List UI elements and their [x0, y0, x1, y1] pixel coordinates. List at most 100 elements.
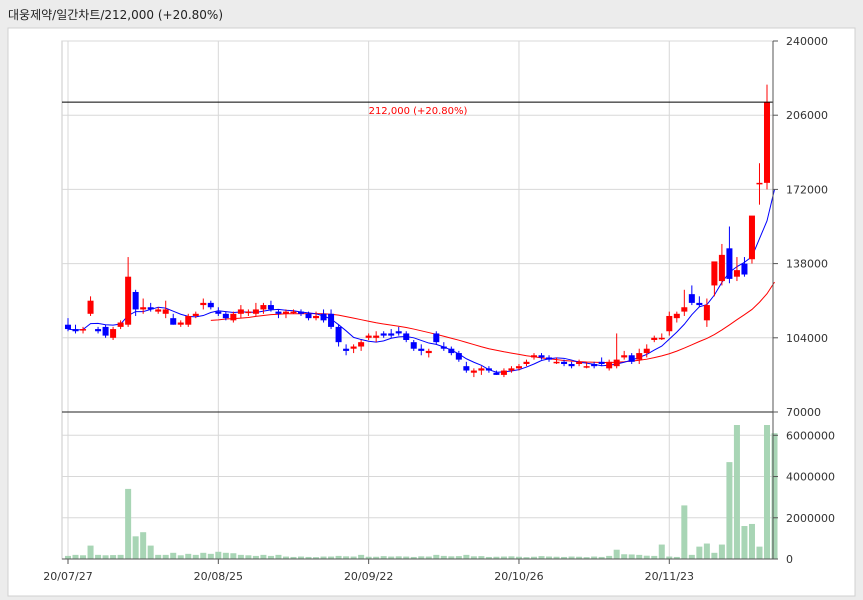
price-tick-label: 240000 [786, 35, 828, 48]
volume-bar [245, 555, 252, 559]
candle-body [636, 353, 643, 360]
volume-bar [726, 462, 733, 559]
candle-body [418, 348, 425, 351]
volume-bar [155, 554, 162, 559]
candle-body [485, 368, 492, 371]
candle-body [515, 366, 522, 369]
candle-body [102, 326, 109, 336]
candle-body [140, 307, 147, 310]
volume-tick-label: 2000000 [786, 512, 835, 525]
candle-body [410, 342, 417, 349]
candle-body [463, 366, 470, 371]
candle-body [756, 182, 763, 185]
candle-body [110, 329, 117, 338]
candle-body [260, 305, 267, 310]
volume-bar [688, 554, 695, 559]
candle-body [365, 335, 372, 338]
candle-body [591, 363, 598, 367]
candle-body [320, 313, 327, 321]
candle-body [673, 313, 680, 319]
volume-bar [260, 554, 267, 559]
volume-bar [463, 554, 470, 559]
volume-bar [718, 544, 725, 559]
candle-body [613, 359, 620, 367]
candle-body [335, 326, 342, 343]
candle-body [207, 302, 214, 308]
volume-bar [80, 555, 87, 559]
volume-bar [658, 544, 665, 559]
volume-bar [125, 488, 132, 559]
candle-body [215, 311, 222, 314]
volume-bar [215, 551, 222, 559]
candle-body [628, 355, 635, 362]
candle-body [561, 361, 568, 364]
volume-bar [358, 554, 365, 559]
candle-body [553, 361, 560, 364]
price-tick-label: 138000 [786, 258, 828, 271]
candle-body [688, 294, 695, 303]
volume-bar [733, 425, 740, 559]
candle-body [530, 355, 538, 358]
volume-bar [132, 536, 139, 559]
candle-body [95, 329, 102, 332]
candle-body [643, 348, 650, 354]
candle-body [230, 313, 237, 321]
candle-body [606, 361, 613, 369]
volume-bar [756, 546, 763, 559]
candle-body [748, 215, 755, 260]
candle-body [185, 315, 192, 325]
volume-bar [147, 545, 154, 559]
volume-bar [200, 552, 207, 559]
volume-tick-label: 6000000 [786, 429, 835, 442]
volume-bar [185, 553, 192, 559]
candle-body [350, 346, 357, 349]
candle-body [440, 346, 447, 349]
candle-body [493, 372, 500, 375]
volume-bar [771, 433, 778, 559]
date-tick-label: 20/11/23 [645, 570, 694, 583]
candle-body [696, 302, 703, 306]
candle-body [666, 315, 673, 332]
candle-body [711, 261, 718, 286]
volume-bar [72, 554, 79, 559]
volume-bar [222, 552, 229, 559]
volume-bar [170, 552, 177, 559]
volume-bar [140, 532, 147, 559]
date-tick-label: 20/10/26 [494, 570, 543, 583]
candle-body [282, 311, 289, 314]
candle-body [117, 322, 124, 327]
candle-body [358, 342, 365, 347]
volume-bar [102, 555, 109, 559]
candle-body [125, 276, 132, 325]
volume-bar [162, 554, 169, 559]
candle-body [658, 337, 665, 340]
price-tick-label: 104000 [786, 332, 828, 345]
candle-body [297, 311, 305, 314]
candle-body [305, 313, 312, 319]
candle-body [252, 309, 259, 314]
volume-bar [613, 549, 620, 559]
volume-bar [433, 554, 440, 559]
candle-body [380, 333, 387, 336]
candle-body [237, 309, 244, 314]
candle-body [718, 254, 725, 282]
price-tick-label: 206000 [786, 109, 828, 122]
volume-bar [95, 554, 102, 559]
candle-body [192, 313, 199, 316]
candle-body [546, 357, 553, 360]
candle-body [576, 361, 583, 364]
candle-body [170, 318, 177, 325]
candle-body [741, 263, 748, 275]
candle-body [267, 305, 274, 310]
candle-body [651, 337, 658, 340]
stock-chart: 212,000 (+20.80%) 240000 206000 172000 1380… [7, 27, 856, 597]
candle-body [200, 302, 207, 306]
last-price-label: 212,000 (+20.80%) [369, 106, 468, 117]
candle-body [508, 368, 515, 371]
candle-body [177, 322, 184, 325]
volume-bar [628, 554, 635, 559]
volume-bar [748, 523, 755, 559]
price-tick-label: 172000 [786, 183, 828, 196]
candle-body [87, 300, 94, 314]
candle-body [343, 348, 350, 351]
